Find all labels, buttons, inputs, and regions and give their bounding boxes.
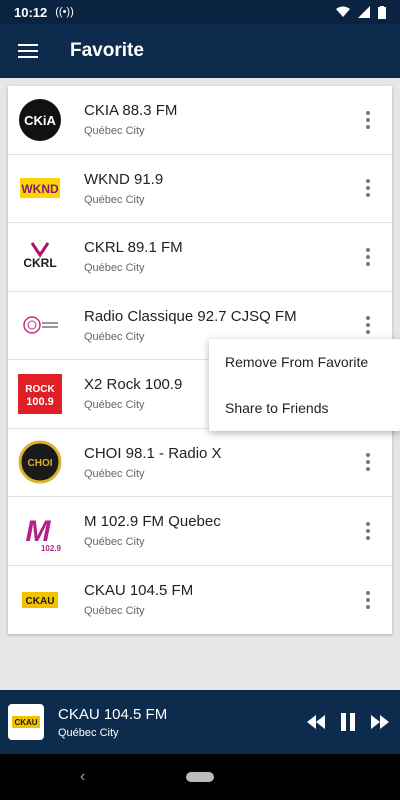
station-city: Québec City <box>84 193 145 206</box>
mini-player[interactable]: CKAU CKAU 104.5 FM Québec City <box>0 690 400 754</box>
logo-text: CKAU <box>26 596 55 607</box>
status-time: 10:12 <box>14 4 48 20</box>
station-logo: CHOI <box>18 440 62 484</box>
logo-text: CKAU <box>14 718 37 727</box>
station-logo <box>18 303 62 347</box>
station-row-ckia[interactable]: CKiA CKIA 88.3 FM Québec City <box>8 86 392 155</box>
station-row-ckau[interactable]: CKAU CKAU 104.5 FM Québec City <box>8 566 392 635</box>
status-icons <box>336 5 386 19</box>
station-city: Québec City <box>84 262 145 275</box>
remove-from-favorite-item[interactable]: Remove From Favorite <box>209 339 400 385</box>
more-options-icon[interactable] <box>358 516 378 546</box>
battery-icon <box>378 5 386 19</box>
hamburger-menu-icon <box>18 44 38 58</box>
station-city: Québec City <box>84 605 145 618</box>
player-station-city: Québec City <box>58 726 119 739</box>
svg-text:ROCK: ROCK <box>25 384 55 395</box>
station-city: Québec City <box>84 399 145 412</box>
station-row-ckrl[interactable]: CKRL CKRL 89.1 FM Québec City <box>8 223 392 292</box>
station-logo: CKAU <box>18 578 62 622</box>
rewind-icon[interactable] <box>306 712 326 732</box>
station-city: Québec City <box>84 125 145 138</box>
logo-text: CKRL <box>23 256 56 270</box>
wifi-icon <box>336 6 350 17</box>
more-options-icon[interactable] <box>358 447 378 477</box>
station-city: Québec City <box>84 467 145 480</box>
more-options-icon[interactable] <box>358 310 378 340</box>
more-options-icon[interactable] <box>358 242 378 272</box>
more-options-icon[interactable] <box>358 585 378 615</box>
station-row-m1029[interactable]: M 102.9 M 102.9 FM Quebec Québec City <box>8 497 392 566</box>
station-logo: CKiA <box>18 98 62 142</box>
broadcast-icon: ((•)) <box>55 6 74 18</box>
status-bar: 10:12 ((•)) <box>0 0 400 24</box>
overflow-menu: Remove From Favorite Share to Friends <box>209 339 400 431</box>
home-pill[interactable] <box>186 772 214 782</box>
svg-text:100.9: 100.9 <box>26 396 54 408</box>
station-name: CKRL 89.1 FM <box>84 239 183 257</box>
station-logo: M 102.9 <box>18 509 62 553</box>
station-logo: ROCK 100.9 <box>18 372 62 416</box>
more-options-icon[interactable] <box>358 105 378 135</box>
app-bar: Favorite <box>0 24 400 78</box>
station-city: Québec City <box>84 536 145 549</box>
svg-text:102.9: 102.9 <box>41 544 62 553</box>
more-options-icon[interactable] <box>358 173 378 203</box>
signal-icon <box>358 6 370 18</box>
logo-text: CKiA <box>24 113 56 128</box>
share-to-friends-item[interactable]: Share to Friends <box>209 385 400 431</box>
back-icon[interactable]: ‹ <box>80 768 85 786</box>
logo-text: WKND <box>21 182 59 196</box>
logo-text: CHOI <box>28 458 53 469</box>
station-name: X2 Rock 100.9 <box>84 376 183 394</box>
menu-button[interactable] <box>0 24 56 78</box>
player-station-name: CKAU 104.5 FM <box>58 705 168 723</box>
station-name: M 102.9 FM Quebec <box>84 513 221 531</box>
page-title: Favorite <box>70 40 144 61</box>
station-logo: WKND <box>18 166 62 210</box>
player-controls <box>306 712 390 732</box>
system-nav-bar: ‹ <box>0 754 400 800</box>
fast-forward-icon[interactable] <box>370 712 390 732</box>
pause-icon[interactable] <box>338 712 358 732</box>
player-logo: CKAU <box>8 704 44 740</box>
station-name: Radio Classique 92.7 CJSQ FM <box>84 307 297 325</box>
station-name: CHOI 98.1 - Radio X <box>84 444 222 462</box>
station-logo: CKRL <box>18 235 62 279</box>
station-name: WKND 91.9 <box>84 170 164 188</box>
station-name: CKIA 88.3 FM <box>84 102 178 120</box>
station-name: CKAU 104.5 FM <box>84 582 194 600</box>
station-row-wknd[interactable]: WKND WKND 91.9 Québec City <box>8 155 392 223</box>
station-row-choi[interactable]: CHOI CHOI 98.1 - Radio X Québec City <box>8 429 392 497</box>
